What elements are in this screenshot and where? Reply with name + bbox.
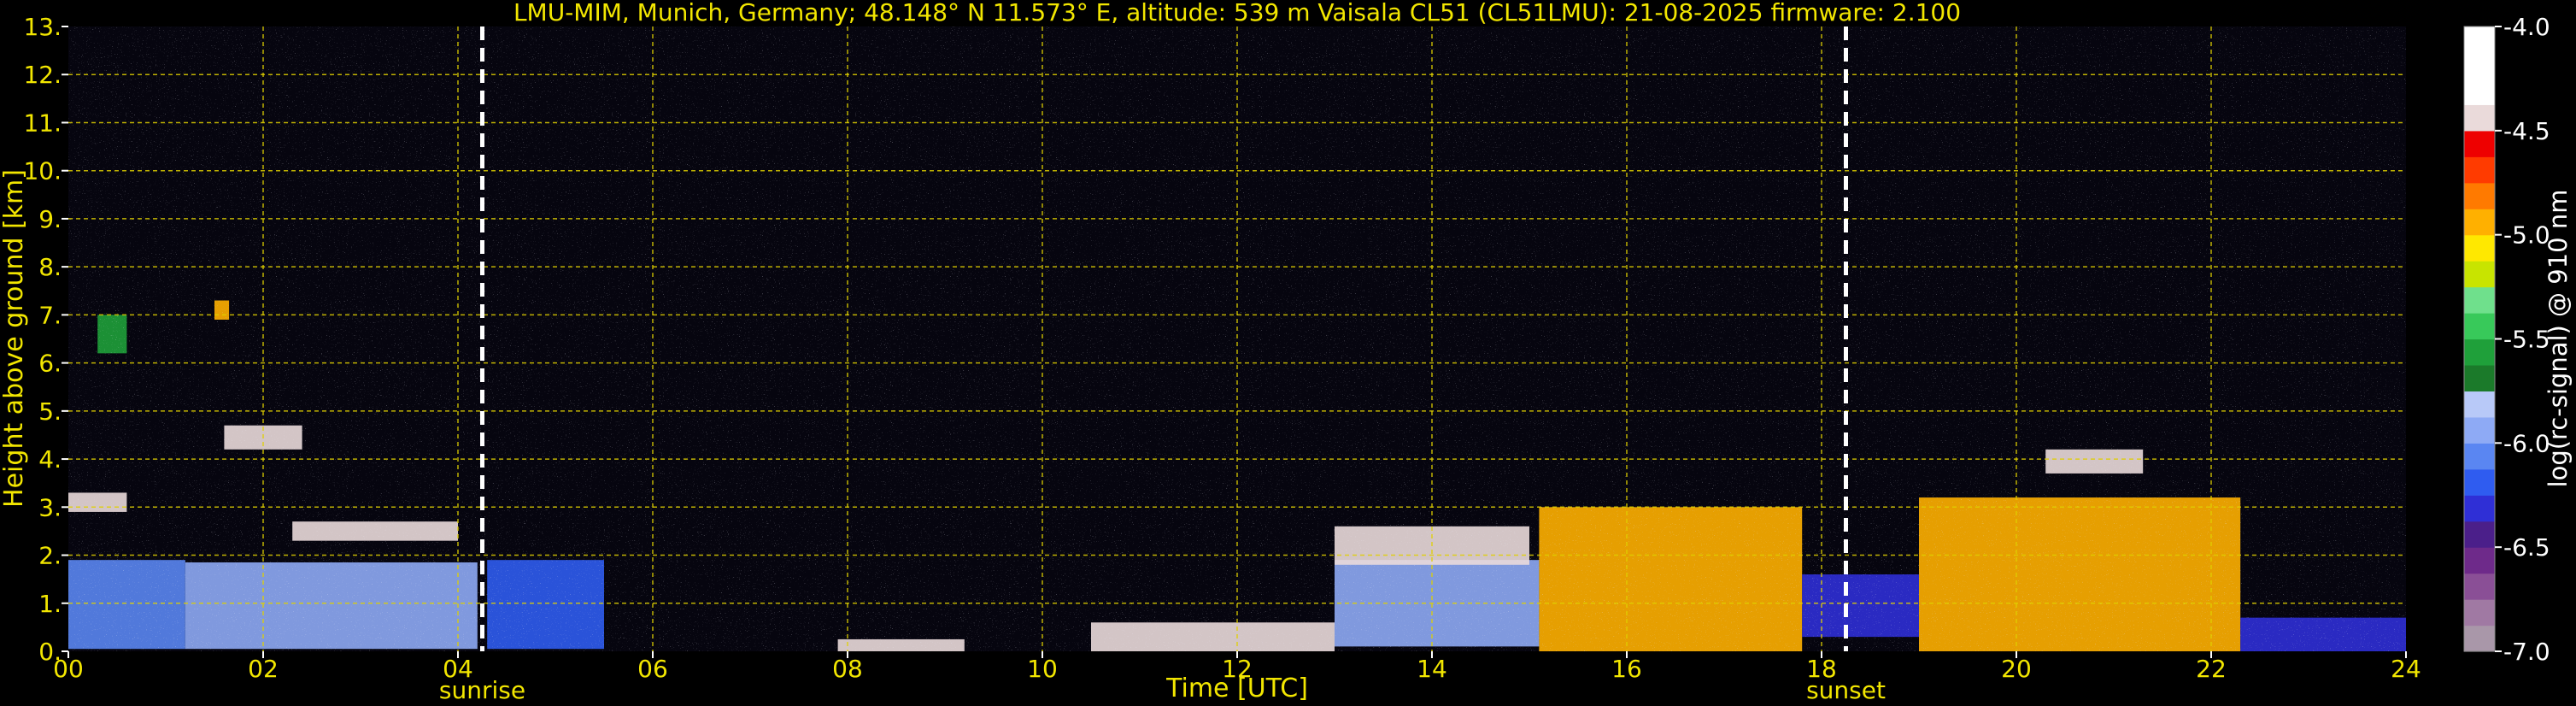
sunset-label: sunset xyxy=(1806,676,1886,704)
colorbar-segment xyxy=(2464,78,2495,105)
colorbar-label: log(rc-signal) @ 910 nm xyxy=(2544,190,2573,488)
y-axis-label: Height above ground [km] xyxy=(0,169,29,508)
colorbar-tick-label: -7.0 xyxy=(2503,638,2550,666)
y-tick-label: 4. xyxy=(38,445,62,474)
y-tick-label: 10. xyxy=(23,157,62,185)
x-tick-label: 22 xyxy=(2196,655,2227,683)
colorbar-tick-label: -4.5 xyxy=(2503,117,2550,145)
colorbar-segment xyxy=(2464,521,2495,548)
colorbar-segment xyxy=(2464,547,2495,574)
x-tick-label: 16 xyxy=(1611,655,1642,683)
colorbar-segment xyxy=(2464,391,2495,418)
colorbar-segment xyxy=(2464,313,2495,340)
colorbar-segment xyxy=(2464,182,2495,209)
x-tick-label: 24 xyxy=(2391,655,2421,683)
colorbar-segment xyxy=(2464,286,2495,314)
y-tick-label: 1. xyxy=(38,590,62,618)
colorbar-segment xyxy=(2464,156,2495,184)
colorbar xyxy=(2463,26,2496,652)
ceilometer-chart: 0.1.2.3.4.5.6.7.8.9.10.11.12.13. 00 02 04 0… xyxy=(0,0,2573,704)
x-tick-label: 06 xyxy=(637,655,668,683)
y-tick-label: 2. xyxy=(38,542,62,570)
y-tick-label: 6. xyxy=(38,350,62,378)
sunrise-label: sunrise xyxy=(439,676,525,704)
x-tick-label: 10 xyxy=(1027,655,1058,683)
x-tick-label: 00 xyxy=(53,655,84,683)
colorbar-ticks: -4.0-4.5-5.0-5.5-6.0-6.5-7.0 xyxy=(2495,13,2550,666)
colorbar-segment xyxy=(2464,209,2495,236)
colorbar-segment xyxy=(2464,26,2495,54)
x-tick-label: 08 xyxy=(832,655,863,683)
y-tick-label: 7. xyxy=(38,301,62,329)
y-tick-label: 8. xyxy=(38,253,62,281)
colorbar-segment xyxy=(2464,130,2495,157)
colorbar-segment xyxy=(2464,338,2495,366)
colorbar-segment xyxy=(2464,495,2495,522)
colorbar-segment xyxy=(2464,234,2495,262)
colorbar-segment xyxy=(2464,364,2495,392)
y-tick-label: 12. xyxy=(23,61,62,89)
colorbar-segment xyxy=(2464,52,2495,79)
chart-title: LMU-MIM, Munich, Germany; 48.148° N 11.5… xyxy=(513,0,1961,26)
colorbar-segment xyxy=(2464,625,2495,652)
colorbar-segment xyxy=(2464,104,2495,132)
y-tick-label: 11. xyxy=(23,109,62,137)
x-axis-label: Time [UTC] xyxy=(1165,674,1308,703)
x-tick-label: 20 xyxy=(2001,655,2032,683)
colorbar-segment xyxy=(2464,416,2495,444)
y-tick-label: 3. xyxy=(38,493,62,521)
x-tick-label: 02 xyxy=(248,655,279,683)
y-tick-label: 9. xyxy=(38,205,62,233)
colorbar-segment xyxy=(2464,443,2495,470)
x-tick-label: 14 xyxy=(1417,655,1447,683)
y-tick-label: 5. xyxy=(38,397,62,426)
y-axis-ticks: 0.1.2.3.4.5.6.7.8.9.10.11.12.13. xyxy=(23,13,68,666)
colorbar-segment xyxy=(2464,261,2495,288)
colorbar-segment xyxy=(2464,599,2495,627)
colorbar-tick-label: -6.5 xyxy=(2503,533,2550,562)
y-tick-label: 13. xyxy=(23,13,62,41)
colorbar-segment xyxy=(2464,573,2495,600)
colorbar-tick-label: -4.0 xyxy=(2503,13,2550,41)
colorbar-segment xyxy=(2464,468,2495,496)
plot-area xyxy=(68,26,2406,651)
